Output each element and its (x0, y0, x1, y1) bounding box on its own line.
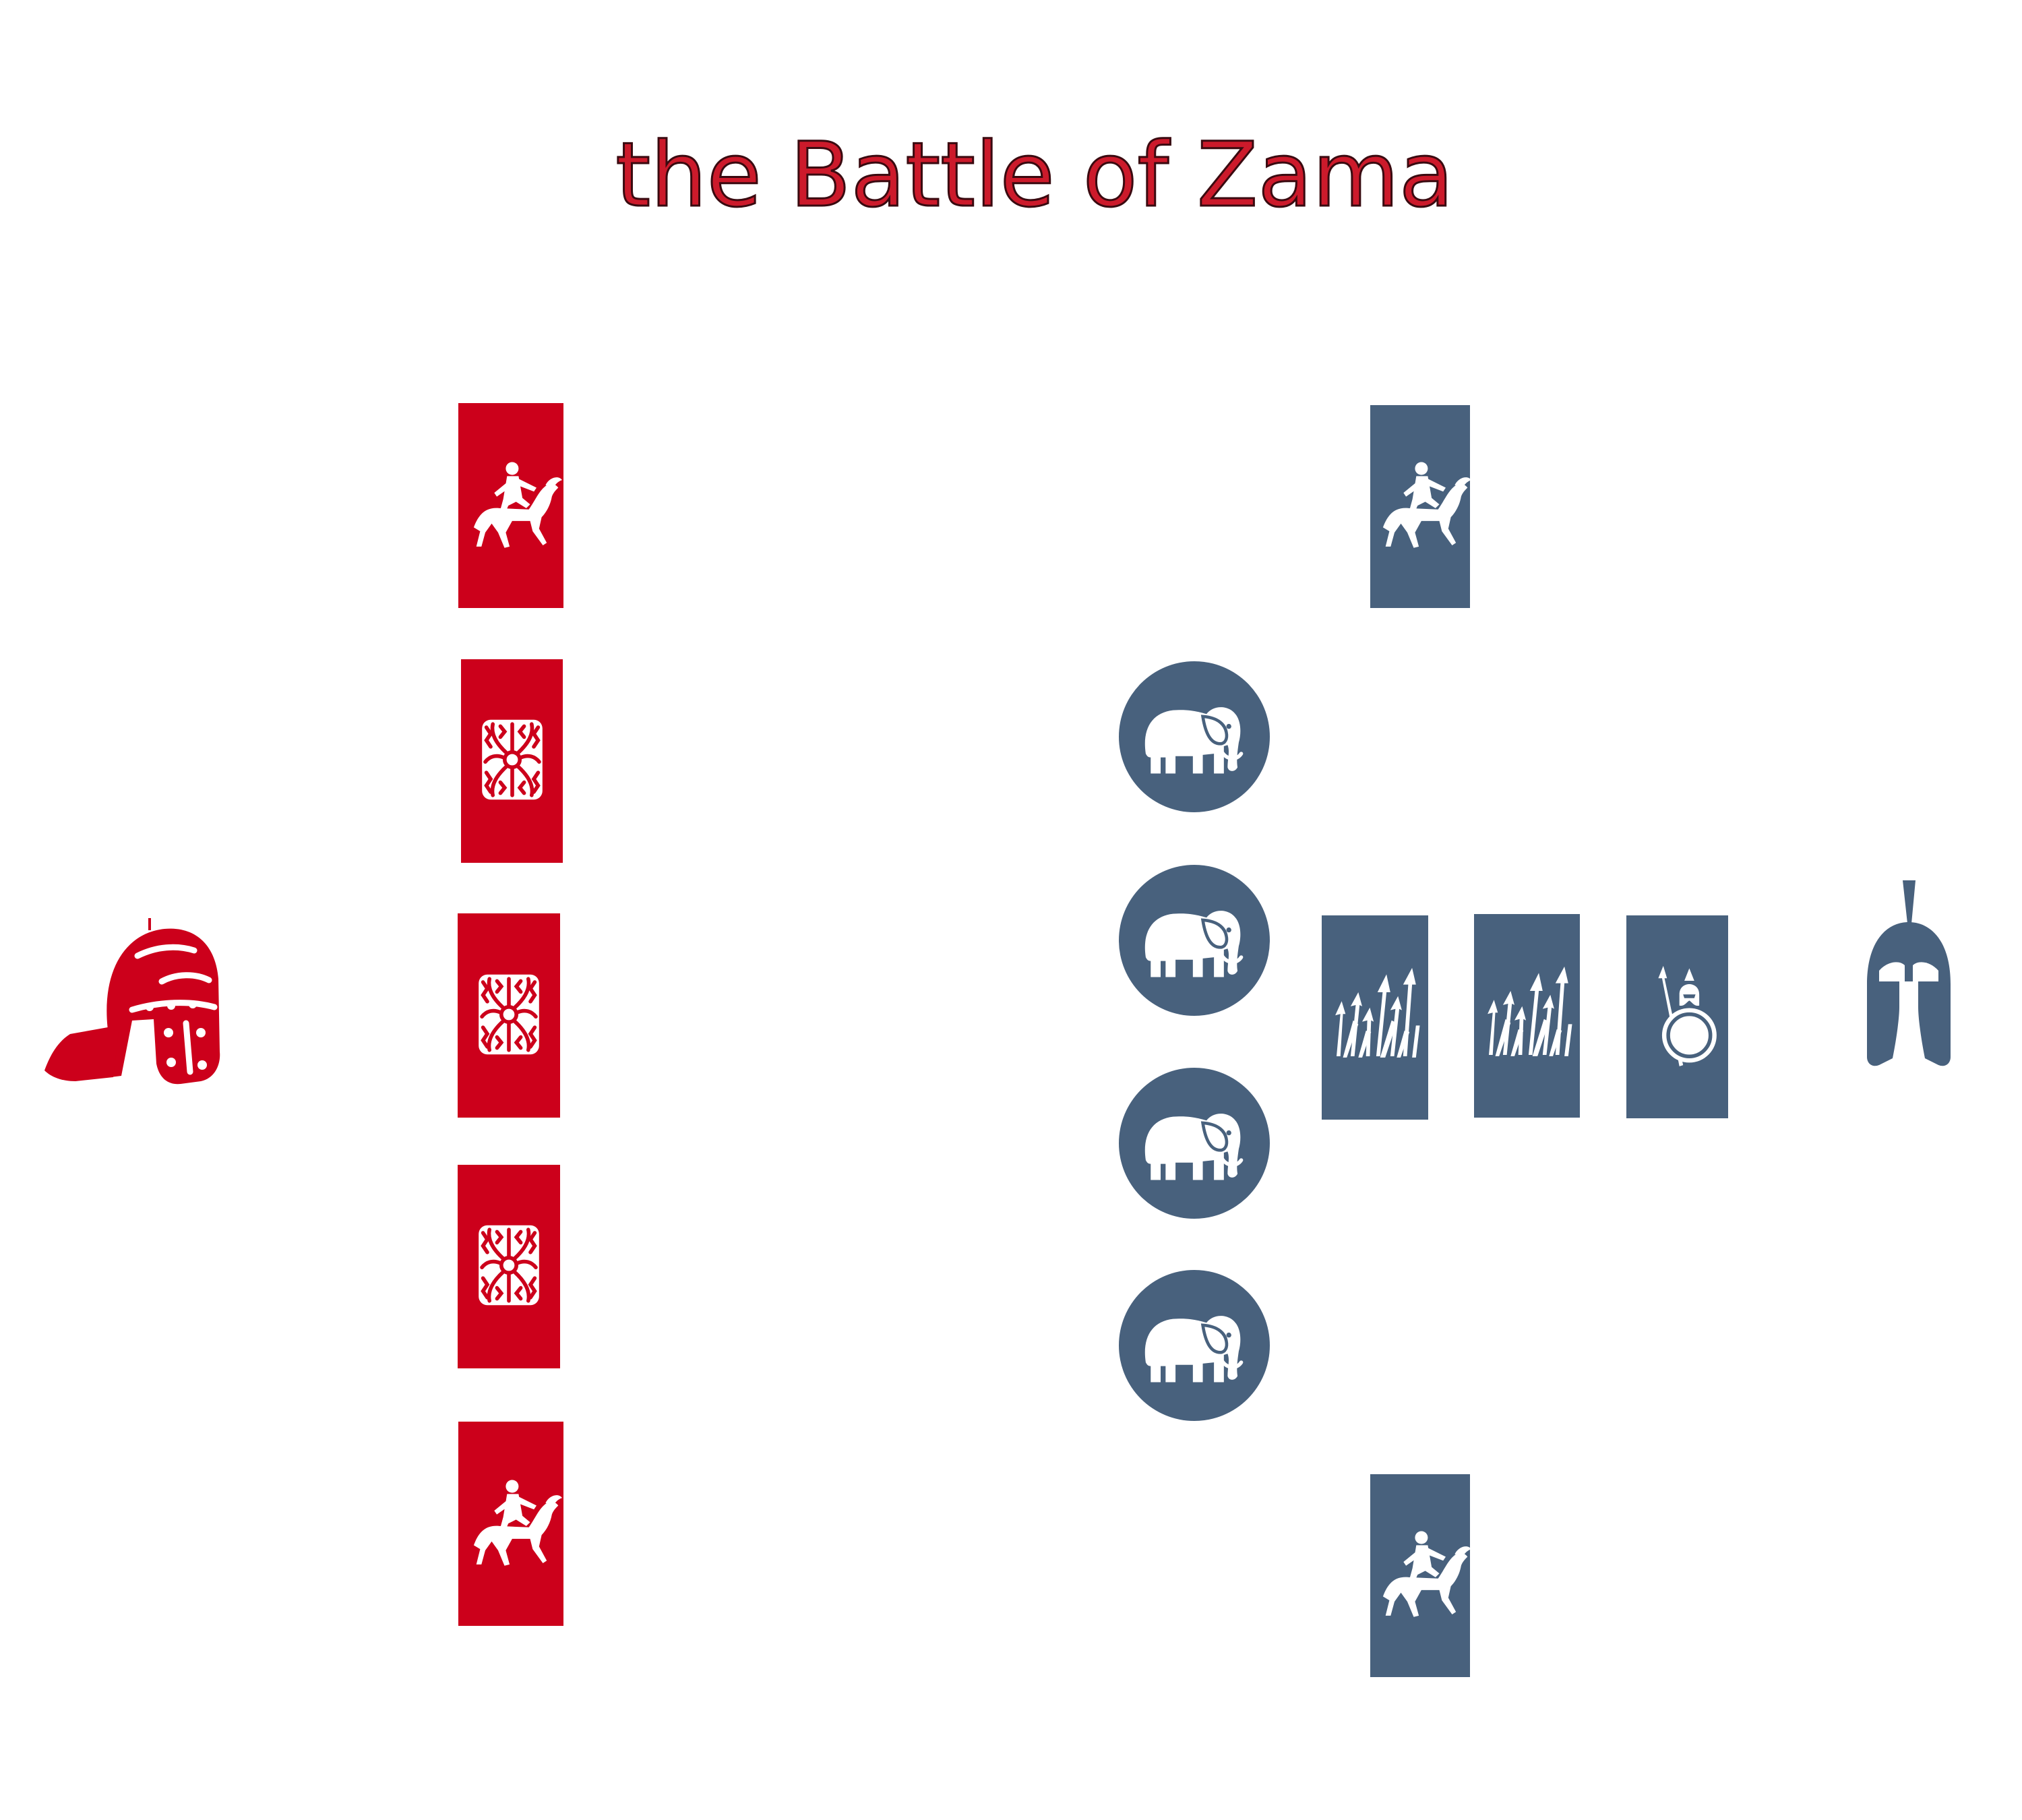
carthage-elephant-unit (1119, 1270, 1270, 1421)
diagram-title: the Battle of Zama (615, 123, 1453, 227)
carthage-elephant-unit (1119, 661, 1270, 812)
carthage-elephant-unit (1119, 865, 1270, 1016)
roman-infantry-unit (458, 913, 560, 1118)
carthage-elephant-unit (1119, 1068, 1270, 1219)
greek-helmet-icon (1867, 880, 1951, 1066)
scutum-shield-icon (479, 1225, 539, 1305)
carthage-veterans-unit (1626, 915, 1728, 1118)
roman-infantry-unit (461, 659, 563, 863)
scutum-shield-icon (479, 975, 539, 1054)
carthage-spearmen-unit (1474, 914, 1580, 1118)
roman-cavalry-unit (458, 1422, 563, 1626)
roman-infantry-unit (458, 1165, 560, 1368)
carthage-cavalry-unit (1370, 405, 1471, 608)
carthage-spearmen-unit (1322, 915, 1428, 1120)
roman-cavalry-unit (458, 403, 563, 608)
battle-diagram: the Battle of Zama (44, 123, 1951, 1677)
scutum-shield-icon (482, 720, 543, 799)
carthage-cavalry-unit (1370, 1474, 1471, 1677)
